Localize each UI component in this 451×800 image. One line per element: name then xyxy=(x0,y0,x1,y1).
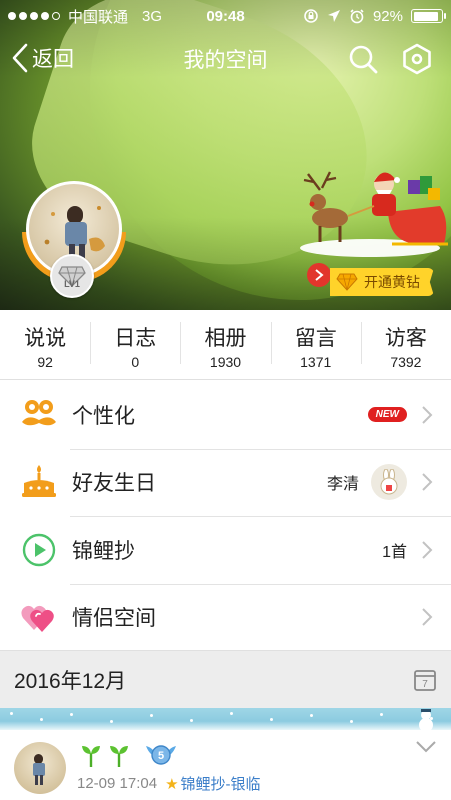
stat-album[interactable]: 相册 1930 xyxy=(180,310,270,379)
sprout-icon xyxy=(110,746,128,767)
location-arrow-icon xyxy=(327,10,340,22)
chevron-down-icon[interactable] xyxy=(415,740,437,754)
alarm-icon xyxy=(350,9,364,24)
new-badge: NEW xyxy=(367,407,407,423)
back-button[interactable]: 返回 xyxy=(10,42,74,74)
stats-row: 说说 92 日志 0 相册 1930 留言 1371 访客 7392 xyxy=(0,310,451,380)
month-header: 2016年12月 7 xyxy=(0,650,451,708)
growth-badges: 5 xyxy=(80,742,178,768)
stat-count: 1371 xyxy=(300,354,332,370)
open-yellow-diamond-button[interactable]: 开通黄钻 xyxy=(330,268,434,296)
chevron-right-icon xyxy=(422,608,433,626)
post-avatar[interactable] xyxy=(14,742,66,794)
stat-count: 92 xyxy=(37,354,53,370)
feature-menu: 个性化 NEW 好友生日 李清 锦鲤抄 1首 情侣空间 xyxy=(0,381,451,651)
carrier-name: 中国联通 xyxy=(68,8,129,26)
post-time: 12-09 17:04 xyxy=(77,775,158,792)
calendar-day: 7 xyxy=(422,679,428,690)
chevron-right-icon xyxy=(422,473,433,491)
vip-level: 5 xyxy=(158,750,164,762)
search-icon[interactable] xyxy=(347,43,379,75)
stat-count: 7392 xyxy=(390,354,422,370)
month-label: 2016年12月 xyxy=(14,669,127,693)
cake-icon xyxy=(22,465,56,498)
chevron-right-icon xyxy=(315,269,324,281)
play-icon xyxy=(22,533,56,566)
birthday-friend-name: 李清 xyxy=(326,476,359,494)
stat-messages[interactable]: 留言 1371 xyxy=(270,310,361,379)
stat-blog[interactable]: 日志 0 xyxy=(90,310,180,379)
stat-shuoshuo[interactable]: 说说 92 xyxy=(0,310,90,379)
chevron-right-icon xyxy=(422,406,433,424)
battery-percent: 92% xyxy=(372,7,403,25)
stat-label: 相册 xyxy=(204,327,247,350)
stat-count: 1930 xyxy=(209,354,242,370)
signal-strength-icon xyxy=(8,12,60,20)
diamond-arrow-button[interactable] xyxy=(307,263,331,287)
network-type: 3G xyxy=(142,7,163,25)
yellow-diamond-icon xyxy=(336,273,358,291)
open-yellow-diamond-label: 开通黄钻 xyxy=(364,274,420,290)
menu-item-couple-space[interactable]: 情侣空间 xyxy=(0,583,451,652)
menu-item-personalize[interactable]: 个性化 NEW xyxy=(0,381,451,449)
rabbit-avatar-icon xyxy=(380,469,398,495)
santa-sleigh-decoration-icon xyxy=(300,171,448,257)
post-meta: 12-09 17:04 ★ 锦鲤抄-银临 xyxy=(77,773,261,794)
friend-avatar xyxy=(371,464,407,501)
back-label: 返回 xyxy=(32,48,74,71)
star-icon: ★ xyxy=(165,775,179,793)
stat-visitors[interactable]: 访客 7392 xyxy=(360,310,451,379)
menu-label: 锦鲤抄 xyxy=(72,539,135,563)
menu-label: 情侣空间 xyxy=(72,607,156,631)
battery-icon xyxy=(411,9,446,23)
level-label: LV1 xyxy=(64,279,80,289)
feed-post[interactable]: 5 12-09 17:04 ★ 锦鲤抄-银临 xyxy=(0,730,451,800)
status-bar: 中国联通 3G 09:48 92% xyxy=(0,0,451,32)
nav-bar: 返回 我的空间 xyxy=(0,36,451,82)
mustache-icon xyxy=(22,399,56,426)
stat-label: 日志 xyxy=(114,327,157,350)
snowman-icon xyxy=(419,709,433,730)
sprout-icon xyxy=(82,746,100,767)
stat-label: 访客 xyxy=(384,327,427,350)
menu-item-friend-birthday[interactable]: 好友生日 李清 xyxy=(0,448,451,517)
avatar-girl-illustration-icon xyxy=(33,754,45,785)
post-song-link[interactable]: 锦鲤抄-银临 xyxy=(181,773,261,794)
chevron-right-icon xyxy=(422,541,433,559)
menu-label: 好友生日 xyxy=(72,472,156,496)
chevron-left-icon xyxy=(12,43,28,73)
settings-hexagon-icon[interactable] xyxy=(401,43,433,75)
snow-decoration-strip xyxy=(0,708,451,730)
stat-count: 0 xyxy=(131,354,140,370)
stat-label: 说说 xyxy=(24,327,67,350)
menu-item-music[interactable]: 锦鲤抄 1首 xyxy=(0,516,451,584)
stat-label: 留言 xyxy=(294,327,337,350)
battery-fill xyxy=(413,11,439,21)
song-count: 1首 xyxy=(382,543,407,561)
calendar-icon[interactable]: 7 xyxy=(413,668,437,692)
menu-label: 个性化 xyxy=(72,404,135,428)
rotation-lock-icon xyxy=(304,9,318,23)
vip-wing-badge-icon: 5 xyxy=(146,745,176,765)
level-badge[interactable]: LV1 xyxy=(50,254,94,298)
hearts-icon xyxy=(21,606,54,633)
